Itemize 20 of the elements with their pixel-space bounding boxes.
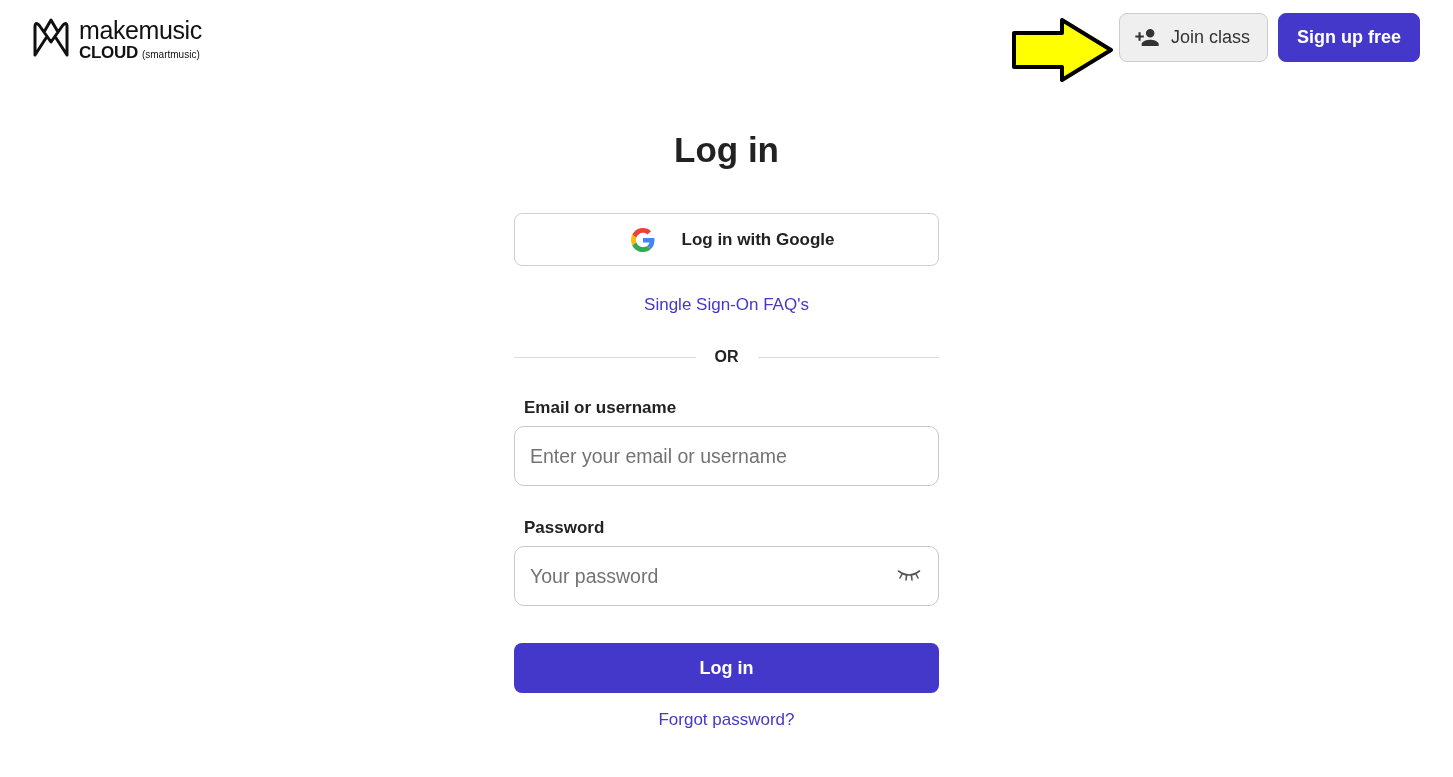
forgot-password-link[interactable]: Forgot password? bbox=[658, 710, 795, 729]
sso-faq-link[interactable]: Single Sign-On FAQ's bbox=[644, 295, 809, 314]
field-label: Email or username bbox=[523, 397, 678, 419]
arrow-icon bbox=[1011, 18, 1114, 82]
person-add-icon bbox=[1134, 29, 1159, 46]
sign-up-button[interactable]: Sign up free bbox=[1278, 13, 1420, 62]
g-logo-icon bbox=[630, 227, 655, 252]
page-title: Log in bbox=[673, 129, 780, 171]
divider-label: OR bbox=[714, 347, 739, 367]
brand-name: makemusic bbox=[79, 17, 202, 43]
brand-tagline: (smartmusic) bbox=[141, 49, 200, 61]
google-login-button[interactable]: Log in with Google bbox=[514, 213, 939, 266]
logo-mark-icon bbox=[32, 17, 70, 58]
product-name: CLOUD bbox=[79, 44, 138, 62]
closed-eye-icon[interactable] bbox=[897, 569, 921, 582]
login-button[interactable]: Log in bbox=[514, 643, 939, 693]
email-field[interactable]: Enter your email or username bbox=[514, 426, 939, 486]
field-label: Password bbox=[523, 517, 606, 539]
password-field[interactable]: Your password bbox=[514, 546, 939, 606]
join-class-button[interactable]: Join class bbox=[1118, 13, 1268, 62]
